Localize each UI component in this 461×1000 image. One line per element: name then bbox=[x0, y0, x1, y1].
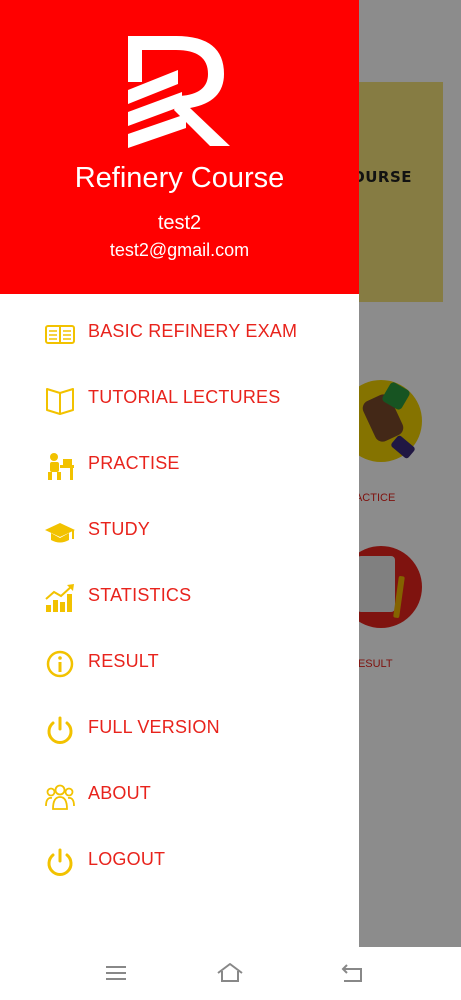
menu-item-label: STUDY bbox=[88, 519, 151, 539]
menu-icon[interactable] bbox=[102, 961, 130, 985]
growth-chart-icon bbox=[44, 583, 76, 613]
user-email: test2@gmail.com bbox=[109, 240, 250, 260]
open-book-icon bbox=[44, 385, 76, 415]
menu-item-basic-refinery-exam[interactable]: BASIC REFINERY EXAM bbox=[0, 299, 359, 365]
menu-item-label: BASIC REFINERY EXAM bbox=[88, 321, 298, 341]
drawer-header: Refinery Course test2 test2@gmail.com bbox=[0, 0, 359, 294]
menu-item-result[interactable]: RESULT bbox=[0, 629, 359, 695]
info-icon bbox=[44, 649, 76, 679]
menu-item-label: PRACTISE bbox=[88, 453, 180, 473]
book-icon bbox=[44, 319, 76, 349]
refinery-r-logo-icon bbox=[120, 30, 240, 150]
back-icon[interactable] bbox=[338, 961, 366, 985]
menu-item-about[interactable]: ABOUT bbox=[0, 761, 359, 827]
menu-item-tutorial-lectures[interactable]: TUTORIAL LECTURES bbox=[0, 365, 359, 431]
menu-item-label: TUTORIAL LECTURES bbox=[88, 387, 281, 407]
app-title: Refinery Course bbox=[74, 162, 285, 194]
menu-item-full-version[interactable]: FULL VERSION bbox=[0, 695, 359, 761]
menu-item-study[interactable]: STUDY bbox=[0, 497, 359, 563]
menu-item-label: RESULT bbox=[88, 651, 159, 671]
system-nav-bar bbox=[0, 947, 461, 1000]
menu-item-statistics[interactable]: STATISTICS bbox=[0, 563, 359, 629]
home-icon[interactable] bbox=[216, 961, 244, 985]
menu-item-label: ABOUT bbox=[88, 783, 152, 803]
menu-item-label: LOGOUT bbox=[88, 849, 166, 869]
menu-item-label: STATISTICS bbox=[88, 585, 192, 605]
menu-item-practise[interactable]: PRACTISE bbox=[0, 431, 359, 497]
graduation-cap-icon bbox=[44, 517, 76, 547]
menu-item-logout[interactable]: LOGOUT bbox=[0, 827, 359, 893]
menu-item-label: FULL VERSION bbox=[88, 717, 220, 737]
power-icon bbox=[44, 847, 76, 877]
user-name: test2 bbox=[157, 212, 202, 234]
people-icon bbox=[44, 781, 76, 811]
navigation-drawer: Refinery Course test2 test2@gmail.com BA… bbox=[0, 0, 359, 947]
student-desk-icon bbox=[44, 451, 76, 481]
power-icon bbox=[44, 715, 76, 745]
